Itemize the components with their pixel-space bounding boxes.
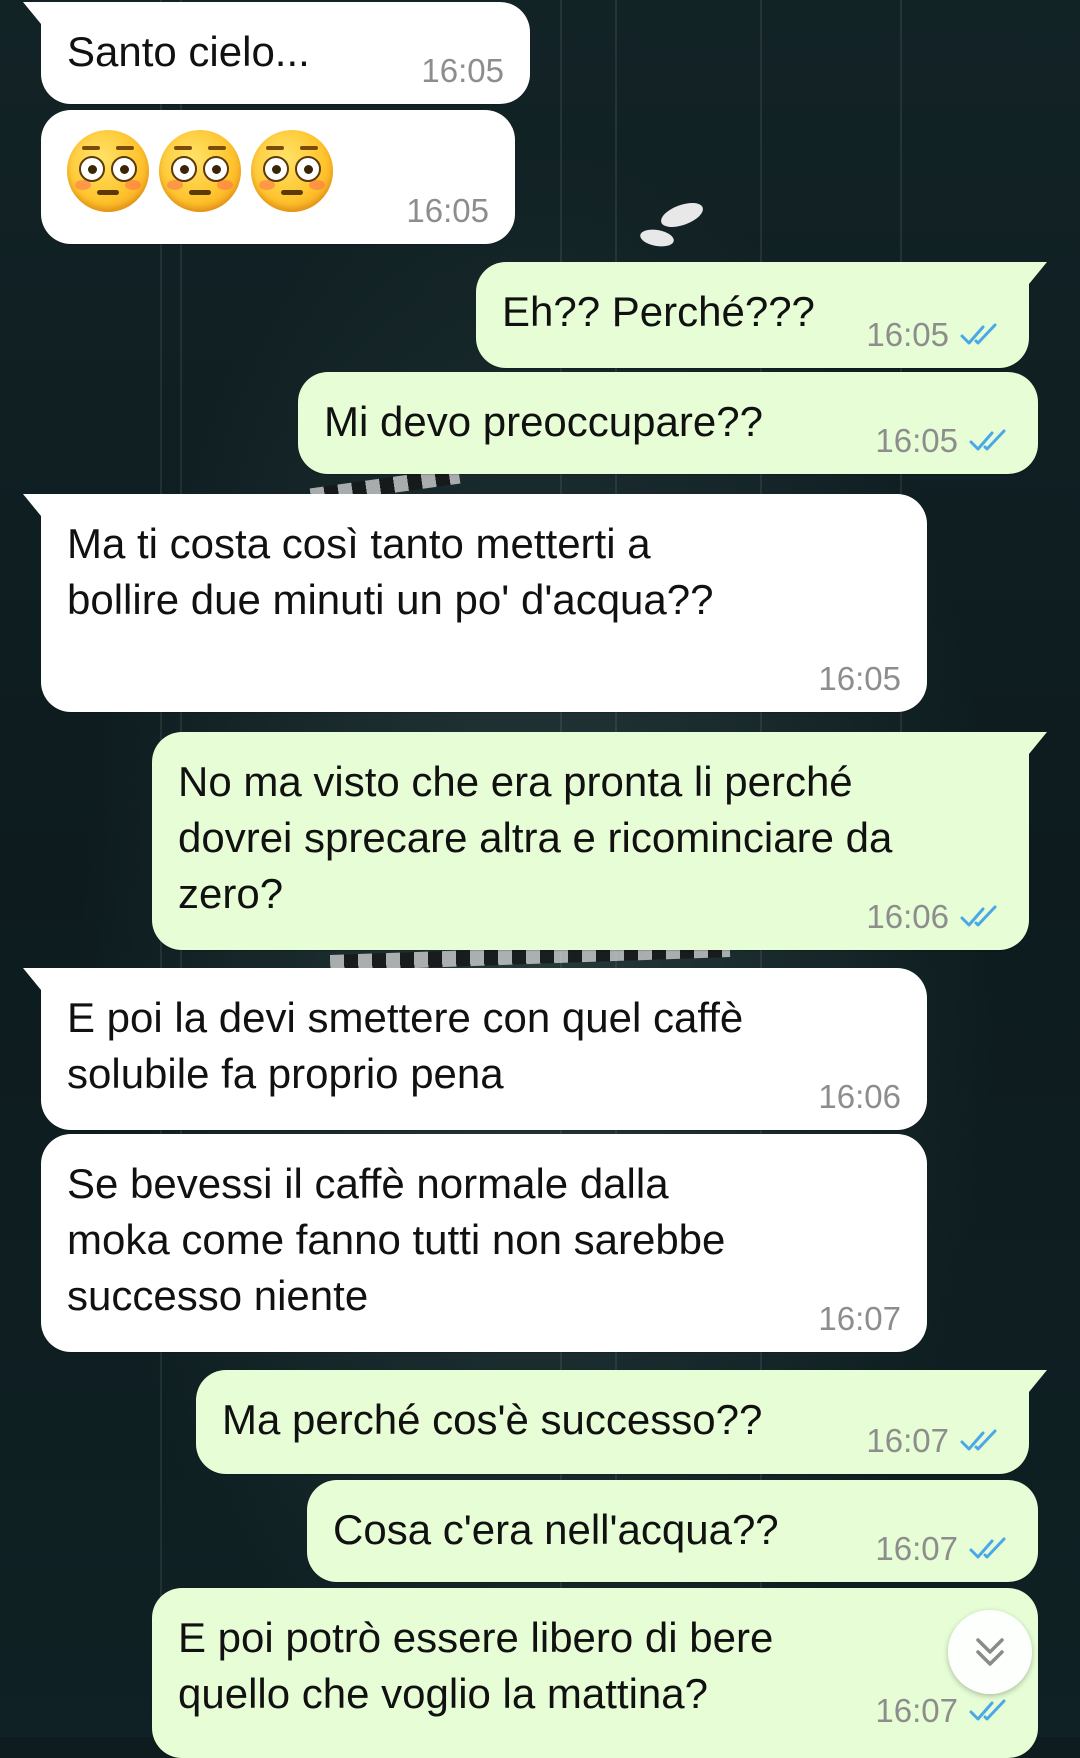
message-incoming[interactable]: Se bevessi il caffè normale dalla moka c… <box>41 1134 927 1352</box>
message-meta: 16:06 <box>866 898 1003 936</box>
message-meta: 16:05 <box>875 422 1012 460</box>
message-meta: 16:06 <box>818 1078 901 1116</box>
message-outgoing[interactable]: Mi devo preoccupare?? 16:05 <box>298 372 1038 474</box>
read-receipt-icon <box>969 429 1006 451</box>
message-time: 16:06 <box>866 898 949 935</box>
message-incoming[interactable]: 16:05 <box>41 110 515 244</box>
message-time: 16:05 <box>875 422 958 459</box>
message-incoming[interactable]: Santo cielo... 16:05 <box>23 2 530 104</box>
message-outgoing[interactable]: Cosa c'era nell'acqua?? 16:07 <box>307 1480 1038 1582</box>
message-meta: 16:07 <box>875 1530 1012 1568</box>
chat-messages: Santo cielo... 16:05 16:05 Eh?? Perché??… <box>0 0 1080 1758</box>
message-text: No ma visto che era pronta li perché dov… <box>178 758 893 917</box>
message-time: 16:07 <box>866 1422 949 1459</box>
message-time: 16:07 <box>875 1530 958 1567</box>
message-time: 16:07 <box>818 1300 901 1337</box>
read-receipt-icon <box>969 1537 1006 1559</box>
read-receipt-icon <box>960 905 997 927</box>
flushed-face-icon <box>159 130 241 212</box>
flushed-face-icon <box>67 130 149 212</box>
message-incoming[interactable]: E poi la devi smettere con quel caffè so… <box>23 968 927 1130</box>
message-meta: 16:07 <box>875 1692 1012 1730</box>
read-receipt-icon <box>960 323 997 345</box>
message-time: 16:05 <box>406 192 489 229</box>
message-text: Se bevessi il caffè normale dalla moka c… <box>67 1160 726 1319</box>
message-meta: 16:05 <box>866 316 1003 354</box>
message-meta: 16:05 <box>818 660 901 698</box>
message-outgoing[interactable]: Eh?? Perché??? 16:05 <box>476 262 1047 368</box>
message-text: Ma ti costa così tanto metterti a bollir… <box>67 520 714 623</box>
message-outgoing[interactable]: E poi potrò essere libero di bere quello… <box>152 1588 1038 1758</box>
double-chevron-down-icon <box>976 1638 1004 1666</box>
message-time: 16:05 <box>421 52 504 89</box>
message-meta: 16:07 <box>818 1300 901 1338</box>
message-meta: 16:05 <box>406 192 489 230</box>
message-incoming[interactable]: Ma ti costa così tanto metterti a bollir… <box>23 494 927 712</box>
message-meta: 16:07 <box>866 1422 1003 1460</box>
message-outgoing[interactable]: No ma visto che era pronta li perché dov… <box>152 732 1047 950</box>
message-time: 16:05 <box>818 660 901 697</box>
flushed-face-icon <box>251 130 333 212</box>
message-outgoing[interactable]: Ma perché cos'è successo?? 16:07 <box>196 1370 1047 1474</box>
read-receipt-icon <box>969 1699 1006 1721</box>
read-receipt-icon <box>960 1429 997 1451</box>
message-time: 16:05 <box>866 316 949 353</box>
message-time: 16:07 <box>875 1692 958 1729</box>
message-text: E poi la devi smettere con quel caffè so… <box>67 994 744 1097</box>
message-time: 16:06 <box>818 1078 901 1115</box>
scroll-to-bottom-button[interactable] <box>948 1610 1032 1694</box>
message-meta: 16:05 <box>421 52 504 90</box>
